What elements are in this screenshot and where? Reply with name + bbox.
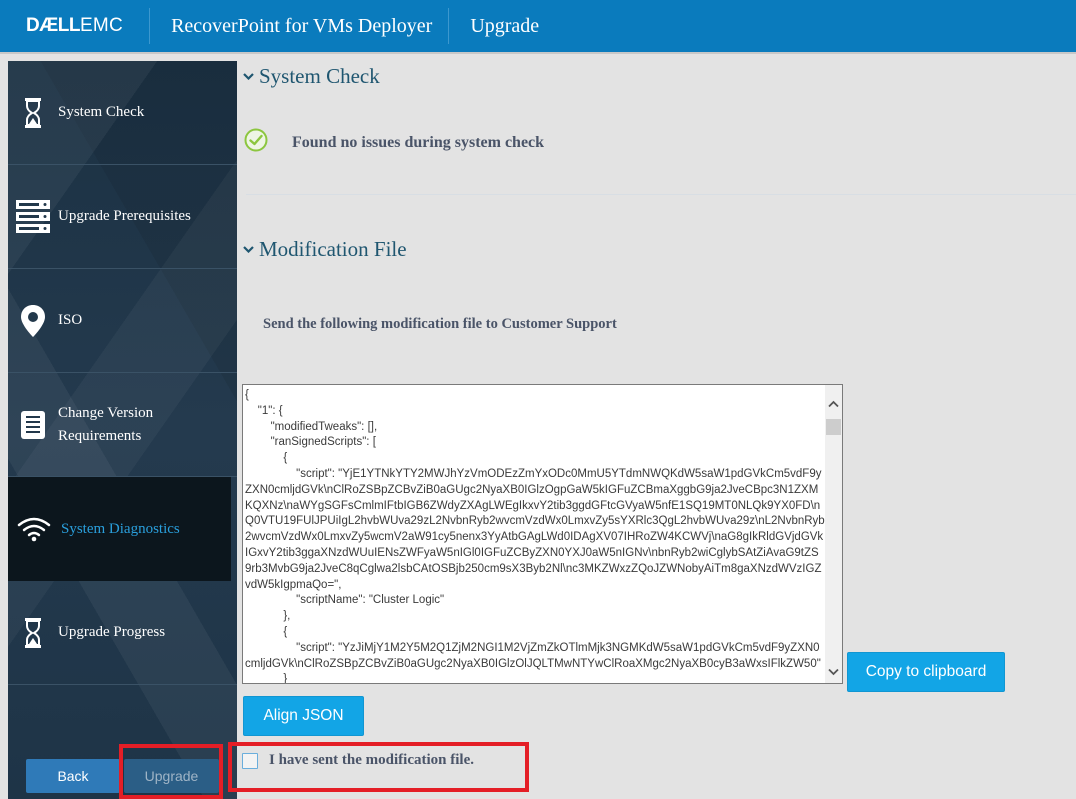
section-title: System Check: [259, 64, 380, 88]
back-button[interactable]: Back: [26, 759, 120, 793]
align-json-button[interactable]: Align JSON: [243, 696, 364, 736]
sidebar-item-label: Upgrade Prerequisites: [58, 208, 191, 224]
modification-file-textarea[interactable]: { "1": { "modifiedTweaks": [], "ranSigne…: [242, 384, 843, 684]
logo-dell: DÆLL: [26, 15, 80, 36]
logo-emc: EMC: [79, 15, 124, 36]
section-header-modification-file[interactable]: Modification File: [237, 237, 407, 262]
scroll-down-icon[interactable]: [827, 665, 840, 677]
confirm-sent-checkbox[interactable]: [242, 752, 258, 769]
wizard-sidebar: System Check Upgrade Prerequisites ISO C…: [8, 61, 237, 799]
label-line: Requirements: [58, 427, 142, 444]
label-line: Change Version: [58, 404, 154, 421]
wifi-icon: [8, 516, 61, 542]
hourglass-icon: [8, 97, 58, 129]
sidebar-item-label: System Check: [58, 104, 145, 120]
app-title: RecoverPoint for VMs Deployer: [171, 14, 433, 37]
sidebar-item-change-version-requirements[interactable]: Change Version Requirements: [8, 373, 237, 477]
status-text: Found no issues during system check: [292, 133, 545, 151]
section-divider: [246, 194, 1076, 195]
highlight-box-upgrade: [119, 744, 223, 799]
app-header: DÆLL EMC RecoverPoint for VMs Deployer Up…: [0, 0, 1076, 54]
chevron-down-icon: [237, 246, 259, 253]
success-check-icon: [244, 128, 268, 157]
section-title: Modification File: [259, 237, 407, 261]
dell-emc-logo: DÆLL EMC: [0, 8, 149, 44]
copy-to-clipboard-button[interactable]: Copy to clipboard: [847, 652, 1005, 692]
scroll-thumb[interactable]: [826, 419, 841, 435]
server-stack-icon: [8, 200, 58, 233]
sidebar-item-label: Upgrade Progress: [58, 624, 166, 640]
sidebar-item-upgrade-progress[interactable]: Upgrade Progress: [8, 581, 237, 685]
section-header-system-check[interactable]: System Check: [237, 64, 380, 89]
chevron-down-icon: [237, 73, 259, 80]
confirm-sent-label[interactable]: I have sent the modification file.: [269, 752, 474, 769]
vertical-scrollbar[interactable]: [825, 385, 842, 683]
sidebar-item-system-check[interactable]: System Check: [8, 61, 237, 165]
sidebar-item-upgrade-prerequisites[interactable]: Upgrade Prerequisites: [8, 165, 237, 269]
confirm-sent-row[interactable]: I have sent the modification file.: [242, 752, 474, 769]
document-list-icon: [8, 410, 58, 439]
sidebar-item-label: ISO: [58, 312, 83, 328]
sidebar-item-system-diagnostics[interactable]: System Diagnostics: [8, 477, 231, 581]
sidebar-item-label: Change Version Requirements: [58, 402, 153, 448]
sidebar-item-iso[interactable]: ISO: [8, 269, 237, 373]
scroll-up-icon[interactable]: [827, 397, 840, 409]
json-content: { "1": { "modifiedTweaks": [], "ranSigne…: [245, 389, 825, 684]
sidebar-item-label: System Diagnostics: [61, 520, 180, 537]
system-check-status: Found no issues during system check: [244, 128, 544, 157]
map-pin-icon: [8, 304, 58, 337]
page-title: Upgrade: [470, 14, 540, 37]
hourglass-icon: [8, 617, 58, 649]
instruction-text: Send the following modification file to …: [263, 316, 617, 332]
